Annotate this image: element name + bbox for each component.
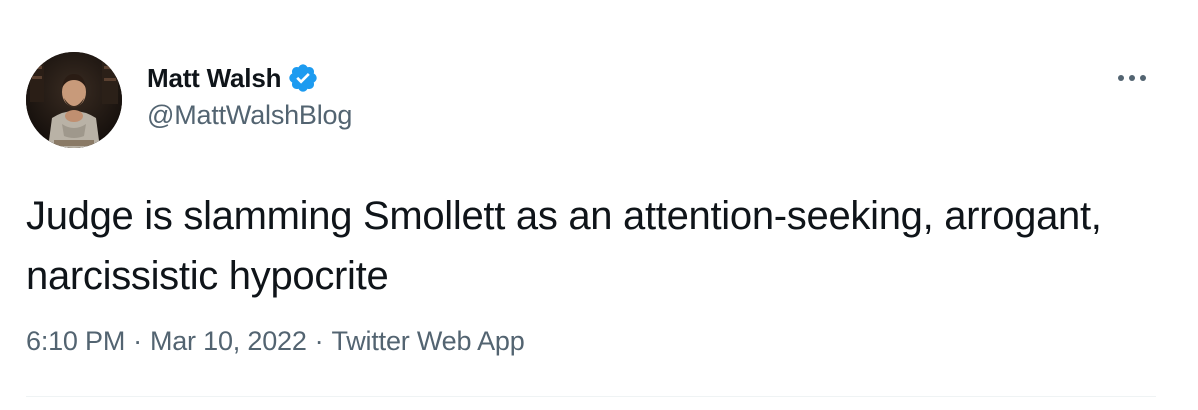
tweet-date: Mar 10, 2022: [149, 326, 307, 356]
avatar-photo: [26, 52, 122, 148]
tweet-card: Matt Walsh @MattWalshBlog Judge is slamm…: [0, 0, 1198, 410]
divider: [26, 396, 1156, 397]
tweet-text: Judge is slamming Smollett as an attenti…: [26, 194, 1102, 298]
verified-badge-icon: [287, 62, 319, 94]
tweet-time: 6:10 PM: [26, 326, 126, 356]
author-name-row: Matt Walsh: [147, 60, 319, 96]
more-dots-icon: [1118, 75, 1146, 81]
meta-separator: ·: [314, 326, 324, 356]
tweet-meta: 6:10 PM · Mar 10, 2022 · Twitter Web App: [26, 326, 525, 357]
more-options-button[interactable]: [1112, 62, 1152, 94]
avatar[interactable]: [26, 52, 122, 148]
tweet-source-link[interactable]: Twitter Web App: [331, 326, 524, 357]
author-display-name[interactable]: Matt Walsh: [147, 63, 281, 94]
meta-separator: ·: [133, 326, 142, 356]
author-handle[interactable]: @MattWalshBlog: [147, 100, 352, 131]
tweet-time-link[interactable]: 6:10 PM · Mar 10, 2022: [26, 326, 307, 357]
